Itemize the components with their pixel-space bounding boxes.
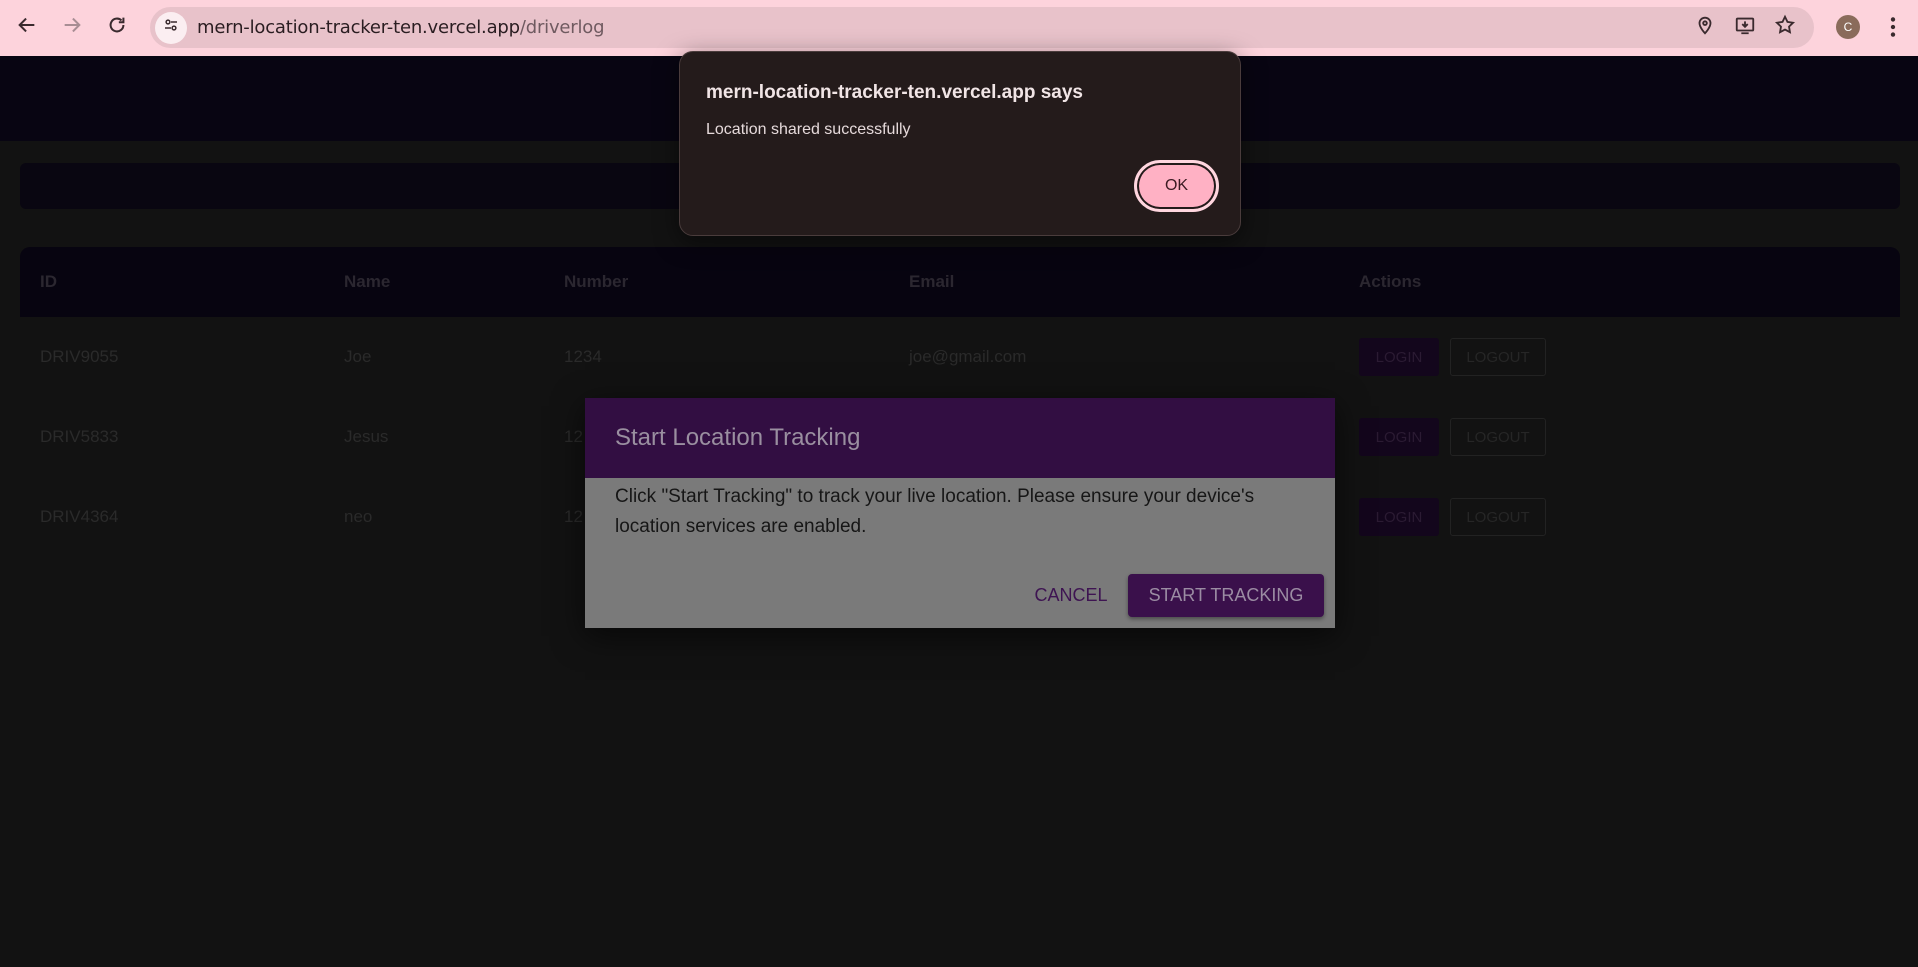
alert-title: mern-location-tracker-ten.vercel.app say… <box>706 82 1083 103</box>
table-row: DRIV9055 Joe 1234 joe@gmail.com LOGIN LO… <box>20 317 1900 397</box>
more-vertical-icon <box>1880 17 1906 44</box>
column-header-actions: Actions <box>1359 272 1422 291</box>
browser-menu-button[interactable] <box>1880 14 1906 45</box>
profile-avatar[interactable]: C <box>1836 15 1860 39</box>
dialog-header: Start Location Tracking <box>585 398 1335 478</box>
browser-alert-dialog: mern-location-tracker-ten.vercel.app say… <box>679 51 1241 236</box>
cancel-button[interactable]: CANCEL <box>1028 574 1114 616</box>
logout-button[interactable]: LOGOUT <box>1450 498 1546 536</box>
forward-button[interactable] <box>50 5 94 49</box>
column-header-email: Email <box>909 272 955 291</box>
location-pin-icon[interactable] <box>1694 14 1716 41</box>
reload-icon <box>106 14 128 41</box>
driver-email: joe@gmail.com <box>909 347 1027 366</box>
reload-button[interactable] <box>95 5 139 49</box>
login-button[interactable]: LOGIN <box>1359 498 1439 536</box>
driver-name: neo <box>344 507 373 526</box>
driver-name: Joe <box>344 347 372 366</box>
column-header-name: Name <box>344 272 391 291</box>
driver-name: Jesus <box>344 427 389 446</box>
driver-id: DRIV9055 <box>40 347 119 366</box>
login-button[interactable]: LOGIN <box>1359 338 1439 376</box>
url-text: mern-location-tracker-ten.vercel.app/dri… <box>197 17 605 38</box>
dialog-body: Click "Start Tracking" to track your liv… <box>615 486 1255 537</box>
table-header: ID Name Number Email Actions <box>20 247 1900 317</box>
dialog-title: Start Location Tracking <box>615 424 861 451</box>
start-tracking-button[interactable]: START TRACKING <box>1128 574 1324 617</box>
site-info-button[interactable] <box>155 11 187 44</box>
url-path: /driverlog <box>519 17 605 38</box>
address-bar[interactable]: mern-location-tracker-ten.vercel.app/dri… <box>150 7 1814 48</box>
back-button[interactable] <box>5 5 49 49</box>
driver-id: DRIV5833 <box>40 427 119 446</box>
logout-button[interactable]: LOGOUT <box>1450 338 1546 376</box>
arrow-left-icon <box>16 14 38 41</box>
column-header-id: ID <box>40 272 57 291</box>
bookmark-star-icon[interactable] <box>1774 14 1796 41</box>
alert-ok-button[interactable]: OK <box>1134 160 1219 212</box>
profile-initial: C <box>1843 20 1853 34</box>
install-app-icon[interactable] <box>1734 14 1756 41</box>
driver-number: 1234 <box>564 347 602 366</box>
alert-message: Location shared successfully <box>706 121 911 138</box>
column-header-number: Number <box>564 272 629 291</box>
arrow-right-icon <box>61 14 83 41</box>
browser-toolbar: mern-location-tracker-ten.vercel.app/dri… <box>0 0 1918 56</box>
logout-button[interactable]: LOGOUT <box>1450 418 1546 456</box>
driver-id: DRIV4364 <box>40 507 119 526</box>
tune-icon <box>162 16 180 39</box>
url-host: mern-location-tracker-ten.vercel.app <box>197 17 520 38</box>
login-button[interactable]: LOGIN <box>1359 418 1439 456</box>
driver-number: 12 <box>564 507 583 526</box>
driver-number: 12 <box>564 427 583 446</box>
